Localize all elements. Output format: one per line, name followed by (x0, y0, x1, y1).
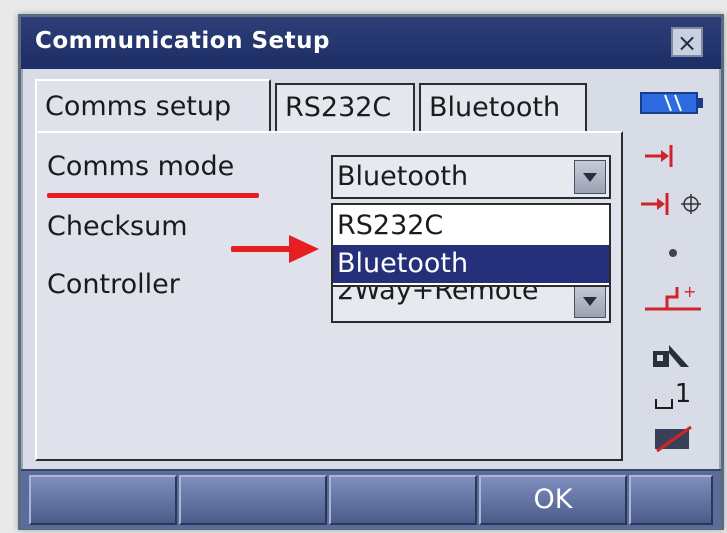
chevron-down-icon (583, 297, 597, 306)
close-button[interactable]: × (671, 27, 703, 57)
tilt-icon: + (645, 282, 701, 311)
comms-mode-select[interactable]: Bluetooth (331, 155, 611, 199)
checksum-label: Checksum (47, 211, 188, 242)
tab-bluetooth[interactable]: Bluetooth (419, 83, 587, 131)
edit-icon (655, 425, 692, 453)
annotation-arrow-icon (231, 235, 319, 263)
softkey-5[interactable] (629, 475, 713, 525)
comms-mode-dropdown-button[interactable] (574, 160, 606, 194)
window-title: Communication Setup (35, 28, 330, 54)
device-screen: Communication Setup × Comms setup RS232C… (18, 14, 724, 530)
ok-button[interactable]: OK (479, 475, 627, 525)
title-bar: Communication Setup × (21, 17, 721, 69)
comms-mode-label: Comms mode (47, 151, 235, 182)
prism-icon (653, 345, 689, 367)
softkey-bar: OK (21, 469, 721, 529)
input-arrow-icon (645, 145, 673, 167)
annotation-underline (47, 193, 259, 198)
tab-rs232c[interactable]: RS232C (275, 83, 415, 131)
face-label: 1 (674, 379, 692, 409)
comms-mode-dropdown-list: RS232C Bluetooth (331, 203, 611, 287)
controller-dropdown-button[interactable] (574, 284, 606, 318)
status-column: + 1 (631, 83, 715, 461)
input-target-icon (641, 193, 701, 215)
svg-text:+: + (683, 282, 696, 301)
tab-comms-setup[interactable]: Comms setup (35, 79, 271, 131)
dropdown-option-bluetooth[interactable]: Bluetooth (333, 245, 609, 283)
softkey-2[interactable] (179, 475, 327, 525)
dot-icon (669, 249, 677, 257)
chevron-down-icon (583, 173, 597, 182)
softkey-3[interactable] (329, 475, 477, 525)
controller-label: Controller (47, 269, 180, 300)
comms-mode-value: Bluetooth (337, 161, 469, 192)
battery-icon (640, 92, 703, 114)
face-bracket-icon (654, 399, 673, 409)
face-icon: 1 (631, 379, 715, 409)
softkey-1[interactable] (29, 475, 177, 525)
dropdown-option-rs232c[interactable]: RS232C (333, 207, 609, 245)
